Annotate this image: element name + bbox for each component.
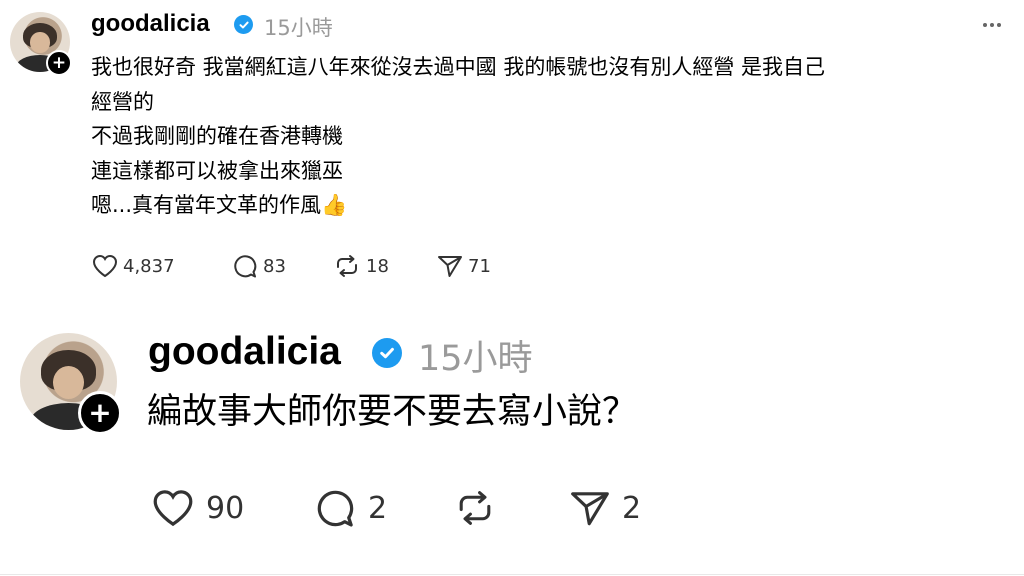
share-count: 71 <box>468 255 491 277</box>
like-button[interactable]: 4,837 <box>91 253 231 279</box>
action-bar: 90 2 2 <box>150 486 668 530</box>
follow-plus-icon[interactable]: + <box>78 391 122 435</box>
comment-count: 83 <box>263 255 286 277</box>
more-options-icon[interactable] <box>983 23 1001 27</box>
share-icon <box>571 492 609 526</box>
repost-button[interactable] <box>452 486 568 530</box>
share-icon <box>438 256 462 277</box>
action-bar: 4,837 83 18 71 <box>91 252 516 280</box>
repost-count: 18 <box>366 255 389 277</box>
heart-icon <box>92 254 118 278</box>
follow-plus-icon[interactable]: + <box>46 50 72 76</box>
divider <box>0 574 1024 575</box>
comment-button[interactable]: 2 <box>312 487 452 529</box>
share-count: 2 <box>622 490 642 526</box>
comment-icon <box>317 490 354 527</box>
share-button[interactable]: 71 <box>436 252 516 280</box>
repost-icon <box>337 255 357 277</box>
like-button[interactable]: 90 <box>150 487 312 529</box>
post-1: + goodalicia 15小時 我也很好奇 我當網紅這八年來從沒去過中國 我… <box>0 0 1024 300</box>
post-text: 我也很好奇 我當網紅這八年來從沒去過中國 我的帳號也沒有別人經營 是我自己 經營… <box>91 55 826 217</box>
timestamp[interactable]: 15小時 <box>418 330 533 381</box>
comment-button[interactable]: 83 <box>231 253 332 279</box>
verified-badge-icon <box>372 338 402 368</box>
comment-icon <box>234 255 257 278</box>
username[interactable]: goodalicia <box>91 10 210 38</box>
like-count: 4,837 <box>123 255 175 277</box>
post-2: + goodalicia 15小時 編故事大師你要不要去寫小說？ 90 2 2 <box>0 300 1024 576</box>
like-count: 90 <box>206 490 245 526</box>
verified-badge-icon <box>234 15 253 34</box>
timestamp[interactable]: 15小時 <box>264 12 333 42</box>
heart-icon <box>153 490 193 527</box>
username[interactable]: goodalicia <box>148 330 341 374</box>
avatar-face <box>52 365 84 399</box>
repost-icon <box>459 491 491 525</box>
share-button[interactable]: 2 <box>568 486 668 530</box>
repost-button[interactable]: 18 <box>332 252 436 280</box>
comment-count: 2 <box>368 490 388 526</box>
post-text: 編故事大師你要不要去寫小說？ <box>147 392 638 432</box>
avatar-face <box>30 32 50 53</box>
